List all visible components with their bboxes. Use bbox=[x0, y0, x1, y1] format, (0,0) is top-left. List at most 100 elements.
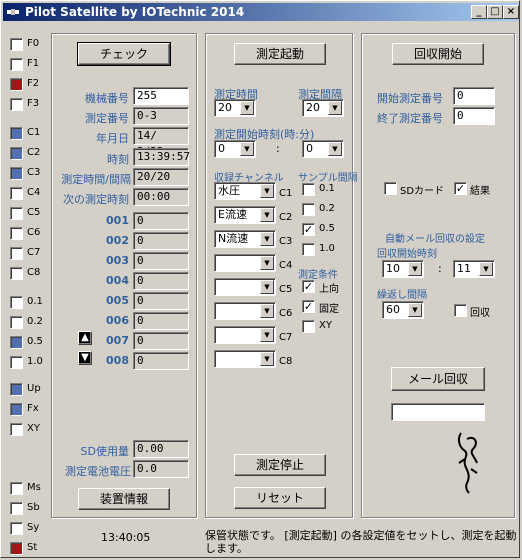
sidebar-checkbox[interactable] bbox=[10, 187, 23, 200]
sidebar-checkbox[interactable] bbox=[10, 207, 23, 220]
sidebar-checkbox[interactable] bbox=[10, 522, 23, 535]
measure-start-button[interactable]: 測定起動 bbox=[234, 43, 326, 65]
channel-select-label: C5 bbox=[279, 284, 293, 295]
sampling-checkbox[interactable] bbox=[302, 243, 315, 256]
chevron-down-icon: ▼ bbox=[260, 184, 274, 198]
channel-select[interactable]: ▼ bbox=[214, 302, 276, 320]
duration-label: 測定時間/間隔 bbox=[61, 173, 131, 186]
sidebar-checkbox[interactable] bbox=[10, 38, 23, 51]
sidebar-checkbox[interactable] bbox=[10, 267, 23, 280]
collect-time-colon: : bbox=[438, 262, 442, 275]
sidebar-checkbox-label: 0.1 bbox=[27, 296, 43, 307]
channel-select[interactable]: ▼ bbox=[214, 278, 276, 296]
sidebar-checkbox[interactable] bbox=[10, 336, 23, 349]
start-hour-select[interactable]: 0 ▼ bbox=[214, 140, 256, 158]
next-time-field: 00:00 bbox=[133, 188, 189, 206]
close-button[interactable]: × bbox=[503, 5, 519, 19]
condition-checkbox[interactable]: ✓ bbox=[302, 280, 315, 293]
down-arrow-button[interactable]: ▼ bbox=[78, 351, 92, 365]
auto-mail-label: 自動メール回収の設定 bbox=[385, 234, 485, 245]
up-arrow-button[interactable]: ▲ bbox=[78, 331, 92, 345]
sidebar-checkbox[interactable] bbox=[10, 542, 23, 555]
sidebar-checkbox[interactable] bbox=[10, 383, 23, 396]
sidebar-checkbox[interactable] bbox=[10, 247, 23, 260]
mail-collect-button[interactable]: メール回収 bbox=[391, 367, 485, 391]
check-button[interactable]: チェック bbox=[77, 42, 171, 66]
sampling-checkbox[interactable] bbox=[302, 203, 315, 216]
chevron-down-icon: ▼ bbox=[328, 142, 342, 156]
minimize-button[interactable]: _ bbox=[471, 5, 487, 19]
channel-select[interactable]: ▼ bbox=[214, 350, 276, 368]
sidebar-checkbox[interactable] bbox=[10, 296, 23, 309]
channel-select[interactable]: N流速 ▼ bbox=[214, 230, 276, 248]
chevron-down-icon: ▼ bbox=[260, 328, 274, 342]
start-minute-select[interactable]: 0 ▼ bbox=[302, 140, 344, 158]
collect-minute-select[interactable]: 11 ▼ bbox=[453, 260, 495, 278]
sidebar-checkbox-label: C5 bbox=[27, 207, 41, 218]
chevron-down-icon: ▼ bbox=[240, 101, 254, 115]
end-no-field[interactable]: 0 bbox=[453, 107, 495, 125]
condition-label: 固定 bbox=[319, 304, 339, 315]
sidebar-checkbox[interactable] bbox=[10, 316, 23, 329]
status-message: 保管状態です。 [測定起動] の各設定値をセットし、測定を起動します。 bbox=[205, 529, 517, 555]
measure-time-select[interactable]: 20 ▼ bbox=[214, 99, 256, 117]
channel-select[interactable]: ▼ bbox=[214, 254, 276, 272]
channel-label: 003 bbox=[106, 254, 129, 267]
channel-select-label: C6 bbox=[279, 308, 293, 319]
channel-select-label: C1 bbox=[279, 188, 293, 199]
reset-button[interactable]: リセット bbox=[234, 487, 326, 509]
channel-select[interactable]: 水圧 ▼ bbox=[214, 182, 276, 200]
device-info-button[interactable]: 装置情報 bbox=[78, 488, 170, 510]
time-field: 13:39:57 bbox=[133, 148, 190, 166]
title-bar: Pilot Satellite by IOTechnic 2014 bbox=[3, 3, 519, 21]
sampling-checkbox[interactable] bbox=[302, 183, 315, 196]
collect-start-button[interactable]: 回収開始 bbox=[392, 43, 484, 65]
sampling-header: サンプル間隔 bbox=[298, 173, 358, 184]
sidebar-checkbox-label: C2 bbox=[27, 147, 41, 158]
sidebar-checkbox[interactable] bbox=[10, 127, 23, 140]
condition-checkbox[interactable]: ✓ bbox=[302, 300, 315, 313]
chevron-down-icon: ▼ bbox=[260, 256, 274, 270]
start-time-colon: : bbox=[276, 142, 280, 155]
condition-checkbox[interactable] bbox=[302, 320, 315, 333]
channel-label: 002 bbox=[106, 234, 129, 247]
collect-hour-select[interactable]: 10 ▼ bbox=[382, 260, 424, 278]
maximize-button[interactable]: □ bbox=[487, 5, 503, 19]
channel-select[interactable]: E流速 ▼ bbox=[214, 206, 276, 224]
sidebar-checkbox[interactable] bbox=[10, 482, 23, 495]
measure-stop-button[interactable]: 測定停止 bbox=[234, 454, 326, 476]
channel-select-label: C8 bbox=[279, 356, 293, 367]
sidebar-checkbox[interactable] bbox=[10, 147, 23, 160]
sidebar-checkbox[interactable] bbox=[10, 356, 23, 369]
channel-label: 007 bbox=[106, 334, 129, 347]
time-label: 時刻 bbox=[107, 153, 129, 166]
machine-no-label: 機械番号 bbox=[85, 92, 129, 105]
sidebar-checkbox[interactable] bbox=[10, 167, 23, 180]
sidebar-checkbox-label: F1 bbox=[27, 58, 40, 69]
channel-select[interactable]: ▼ bbox=[214, 326, 276, 344]
sidebar-checkbox-label: Sy bbox=[27, 522, 40, 533]
sidebar-checkbox[interactable] bbox=[10, 78, 23, 91]
sidebar-checkbox[interactable] bbox=[10, 98, 23, 111]
chevron-down-icon: ▼ bbox=[260, 208, 274, 222]
sidebar-checkbox[interactable] bbox=[10, 227, 23, 240]
sidebar-checkbox-label: C4 bbox=[27, 187, 41, 198]
sidebar-checkbox-label: Ms bbox=[27, 482, 41, 493]
measure-interval-select[interactable]: 20 ▼ bbox=[302, 99, 344, 117]
channel-value-field: 0 bbox=[133, 272, 189, 290]
start-no-field[interactable]: 0 bbox=[453, 87, 495, 105]
sidebar-checkbox[interactable] bbox=[10, 423, 23, 436]
channel-select-label: C3 bbox=[279, 236, 293, 247]
machine-no-field[interactable]: 255 bbox=[133, 87, 189, 105]
sampling-checkbox[interactable]: ✓ bbox=[302, 223, 315, 236]
sidebar-checkbox[interactable] bbox=[10, 58, 23, 71]
sidebar-checkbox[interactable] bbox=[10, 403, 23, 416]
repeat-label: 繰返し間隔 bbox=[377, 290, 427, 301]
sidebar-checkbox[interactable] bbox=[10, 502, 23, 515]
collect-checkbox[interactable] bbox=[454, 304, 467, 317]
sd-card-checkbox[interactable] bbox=[384, 182, 397, 195]
repeat-select[interactable]: 60 ▼ bbox=[382, 301, 424, 319]
result-checkbox[interactable]: ✓ bbox=[454, 182, 467, 195]
channel-value-field: 0 bbox=[133, 312, 189, 330]
channel-label: 006 bbox=[106, 314, 129, 327]
